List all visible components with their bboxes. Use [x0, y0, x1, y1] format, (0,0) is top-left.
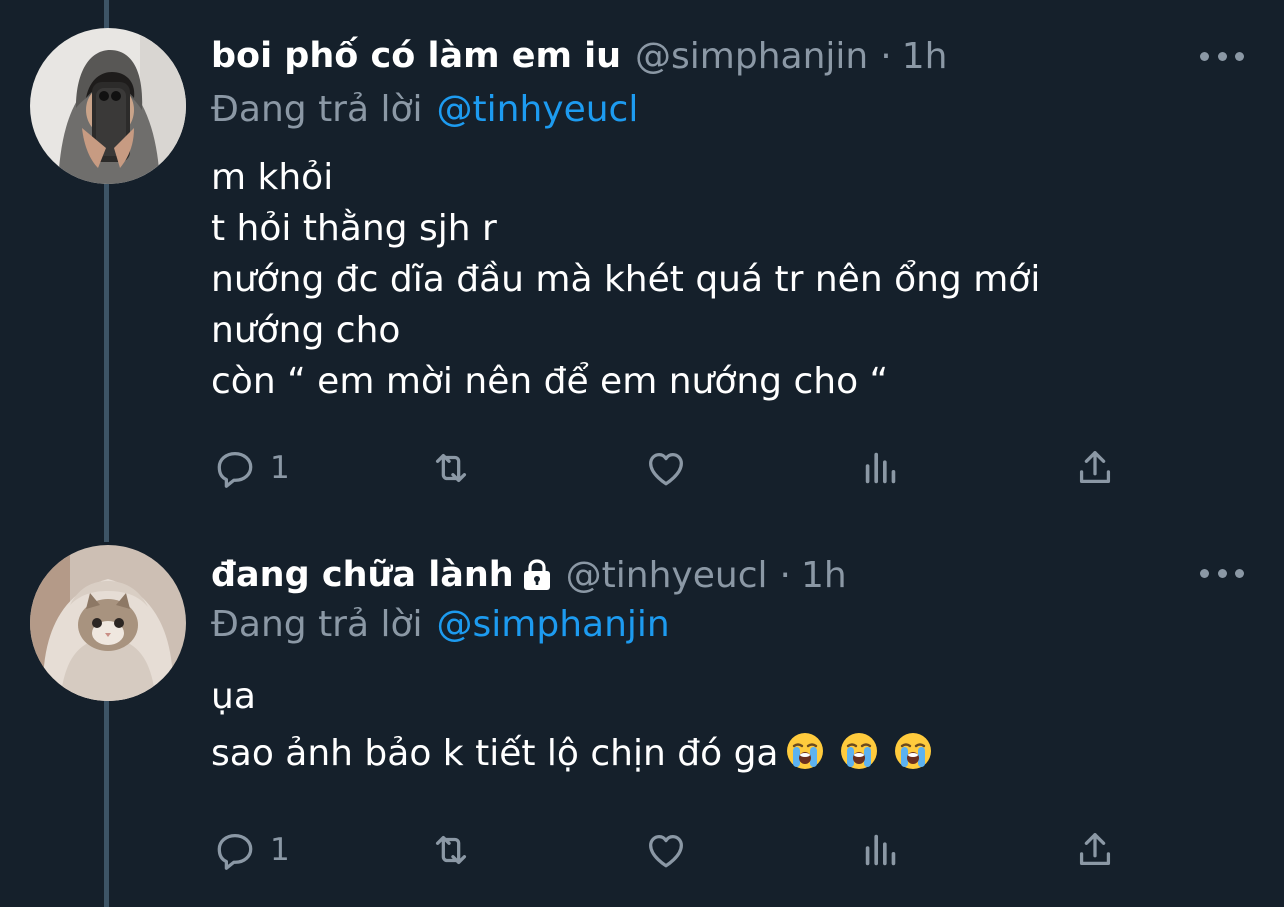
tweet[interactable]: đang chữa lành @tinhyeucl · 1h Đang trả … — [0, 545, 1284, 907]
retweet-button[interactable] — [428, 822, 474, 878]
retweet-button[interactable] — [428, 440, 474, 496]
tweet-text-line: t hỏi thằng sjh r — [211, 208, 497, 249]
tweet-text: ụa sao ảnh bảo k tiết lộ chịn đó ga — [211, 668, 933, 782]
more-dot-icon — [1200, 568, 1209, 578]
reply-button[interactable]: 1 — [212, 440, 290, 496]
tweet-actions: 1 — [0, 440, 1284, 496]
timestamp[interactable]: 1h — [801, 555, 847, 596]
more-dot-icon — [1217, 568, 1227, 578]
tweet-text-line: ụa — [211, 676, 256, 717]
retweet-icon — [435, 453, 467, 483]
separator-dot: · — [779, 554, 791, 596]
tweet-text-line: còn “ em mời nên để em nướng cho “ — [211, 361, 889, 402]
tweet-text-segment: sao ảnh bảo k tiết lộ chịn đó ga — [211, 733, 779, 774]
reply-count: 1 — [270, 832, 290, 868]
loudly-crying-face-icon — [785, 731, 825, 771]
reply-icon — [217, 451, 253, 488]
replying-to-handle[interactable]: @simphanjin — [437, 604, 670, 645]
reply-icon — [217, 833, 253, 870]
tweet-header: boi phố có làm em iu @simphanjin · 1h — [211, 28, 947, 84]
display-name[interactable]: boi phố có làm em iu — [211, 36, 621, 76]
analytics-icon — [865, 834, 896, 866]
replying-to-handle[interactable]: @tinhyeucl — [437, 89, 639, 130]
more-dot-icon — [1235, 568, 1244, 578]
like-button[interactable] — [643, 822, 689, 878]
display-name[interactable]: đang chữa lành — [211, 555, 514, 595]
replying-to: Đang trả lời @tinhyeucl — [211, 84, 638, 134]
more-options-button[interactable] — [1200, 46, 1244, 66]
more-dot-icon — [1200, 51, 1209, 61]
loudly-crying-face-icon — [839, 731, 879, 771]
loudly-crying-face-icon — [893, 731, 933, 771]
tweet-text-line: m khỏi — [211, 157, 334, 198]
tweet-header: đang chữa lành @tinhyeucl · 1h — [211, 547, 847, 603]
analytics-button[interactable] — [858, 440, 904, 496]
retweet-icon — [435, 835, 467, 865]
heart-icon — [649, 452, 683, 486]
more-options-button[interactable] — [1200, 563, 1244, 583]
avatar-man-mirror-selfie-icon — [30, 28, 186, 184]
share-button[interactable] — [1072, 440, 1118, 496]
share-icon — [1079, 833, 1111, 866]
lock-icon — [522, 558, 552, 592]
analytics-button[interactable] — [858, 822, 904, 878]
tweet-text: m khỏi t hỏi thằng sjh r nướng đc dĩa đầ… — [211, 152, 1040, 407]
reply-button[interactable]: 1 — [212, 822, 290, 878]
replying-to: Đang trả lời @simphanjin — [211, 599, 670, 649]
tweet-text-line: sao ảnh bảo k tiết lộ chịn đó ga — [211, 725, 933, 782]
share-icon — [1079, 451, 1111, 484]
more-dot-icon — [1217, 51, 1227, 61]
share-button[interactable] — [1072, 822, 1118, 878]
tweet-text-line: nướng cho — [211, 310, 401, 351]
more-dot-icon — [1235, 51, 1244, 61]
heart-icon — [649, 834, 683, 868]
avatar[interactable] — [30, 545, 186, 701]
timestamp[interactable]: 1h — [902, 36, 948, 77]
user-handle[interactable]: @tinhyeucl — [566, 555, 768, 596]
avatar[interactable] — [30, 28, 186, 184]
avatar-cat-in-blanket-icon — [30, 545, 186, 701]
tweet[interactable]: boi phố có làm em iu @simphanjin · 1h Đa… — [0, 28, 1284, 498]
tweet-text-line: nướng đc dĩa đầu mà khét quá tr nên ổng … — [211, 259, 1041, 300]
replying-label: Đang trả lời — [211, 88, 423, 130]
separator-dot: · — [880, 35, 892, 77]
like-button[interactable] — [643, 440, 689, 496]
analytics-icon — [865, 452, 896, 484]
replying-label: Đang trả lời — [211, 603, 423, 645]
tweet-actions: 1 — [0, 822, 1284, 878]
reply-count: 1 — [270, 450, 290, 486]
user-handle[interactable]: @simphanjin — [635, 36, 868, 77]
